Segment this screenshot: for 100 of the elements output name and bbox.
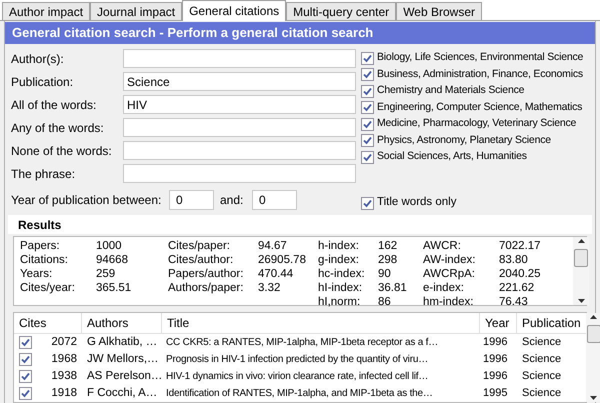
metric-value: 7022.17 [499,239,541,253]
metric-label: Cites/author: [168,253,234,267]
metric-value: 2040.25 [499,267,541,281]
table-row[interactable]: 2072 G Alkhatib, … CC CKR5: a RANTES, MIP-1alpha, MIP-1beta receptor as a f… 1996 Science [14,334,586,351]
checkbox[interactable] [19,370,32,383]
metric-label: Cites/year: [20,281,76,295]
tab[interactable]: General citations [182,0,286,21]
table-cell-text: 2072 [51,334,77,350]
scrollbar[interactable] [573,237,589,305]
metric-label: Authors/paper: [168,281,244,295]
checkmark-icon [363,198,372,208]
checkbox[interactable] [361,52,374,65]
table-cell-text: 1996 [482,335,508,350]
field-label: Any of the words: [11,120,105,136]
table-cell-text: G Alkhatib, … [86,334,158,350]
tab[interactable]: Web Browser [396,2,482,20]
table-cell-text: Prognosis in HIV-1 infection predicted by the quantity of viru… [165,353,429,367]
metric-label: hI-index: [318,281,364,295]
table-cell-text: Science [521,369,562,384]
checkbox[interactable] [361,101,374,114]
metric-value: 365.51 [96,281,132,295]
column-header[interactable]: Publication [517,313,586,333]
metric-label: hc-index: [318,267,366,281]
column-header[interactable]: Cites [14,313,82,333]
down-arrow-icon [578,299,584,303]
checkbox[interactable] [361,84,374,98]
metric-label: e-index: [423,281,465,295]
checkbox[interactable] [361,118,374,131]
metric-label: hI,norm: [318,295,362,309]
metric-value: 76.43 [499,295,528,309]
metric-label: Papers/author: [168,267,244,281]
metric-label: hm-index: [423,295,474,309]
field-label: None of the words: [11,142,113,160]
metric-label: g-index: [318,253,360,267]
down-arrow-icon [590,396,598,400]
scroll-thumb[interactable] [586,325,600,343]
metric-label: Citations: [20,253,69,267]
metric-value: 1000 [96,239,122,253]
metric-value: 86 [378,295,391,309]
table-row[interactable]: 1938 AS Perelson… HIV-1 dynamics in vivo: virion clearance rate, infected cell lif… 1996 Science [14,368,586,385]
input-field[interactable]: HIV [123,95,356,114]
checkbox-label: Biology, Life Sciences, Environmental Science [377,50,584,66]
tab[interactable]: Journal impact [90,2,182,20]
table-cell-text: Science [521,335,562,350]
checkbox[interactable] [19,387,32,400]
checkbox[interactable] [361,68,374,82]
checkbox-label: Title words only [377,195,456,210]
table-cell-text: Science [521,352,562,368]
input-field[interactable] [123,118,356,137]
checkbox[interactable] [361,196,374,210]
metric-value: 221.62 [499,281,534,295]
field-label: Year of publication between: [11,192,162,209]
metric-label: Years: [20,267,54,281]
metric-value: 94.67 [258,239,287,253]
input-field[interactable]: 0 [169,190,214,210]
field-label: Publication: [11,74,74,90]
table-cell-text: HIV-1 dynamics in vivo: virion clearance rate, infected cell lif… [165,370,430,384]
field-label: Author(s): [11,50,65,68]
checkbox-label: Business, Administration, Finance, Economics [377,66,583,82]
checkbox-label: Engineering, Computer Science, Mathematics [377,100,582,115]
tab[interactable]: Multi-query center [286,2,396,20]
column-header[interactable]: Year [480,313,517,333]
metric-value: 26905.78 [258,253,306,267]
column-header[interactable]: Authors [82,313,162,333]
table-cell-text: 1996 [482,352,508,368]
column-header[interactable]: Title [162,313,480,333]
table-row[interactable]: 1968 JW Mellors,… Prognosis in HIV-1 infection predicted by the quantity of viru… 1996 Science [14,351,586,368]
table-cell-text: 1938 [51,368,77,384]
checkbox[interactable] [361,134,374,148]
metric-label: h-index: [318,239,360,253]
table-cell-text: JW Mellors,… [86,352,160,367]
checkbox[interactable] [19,336,32,349]
input-field[interactable] [123,141,356,160]
table-cell-text: Science [521,386,562,402]
input-field[interactable] [123,49,356,68]
metric-value: 3.32 [258,281,280,295]
scroll-thumb[interactable] [574,249,588,267]
table-cell-text: 1918 [51,386,77,401]
input-field[interactable] [123,164,356,183]
field-label: and: [220,192,244,209]
metric-label: AW-index: [423,253,476,267]
input-field[interactable]: 0 [252,190,297,210]
checkbox[interactable] [361,150,374,164]
table-cell-text: 1995 [482,386,508,402]
results-heading: Results [18,216,62,234]
field-label: The phrase: [11,166,76,182]
metric-value: 94668 [96,253,128,267]
checkbox-label: Social Sciences, Arts, Humanities [377,149,527,164]
metric-label: Cites/paper: [168,239,232,253]
table-cell-text: 1968 [51,352,77,367]
section-header: General citation search - Perform a general citation search [5,22,595,44]
input-field[interactable]: Science [123,72,356,91]
table-cell-text: 1996 [482,369,508,384]
checkbox[interactable] [19,353,32,366]
checkbox-label: Chemistry and Materials Science [377,83,524,98]
tab[interactable]: Author impact [2,2,90,20]
metric-label: Papers: [20,239,61,253]
scrollbar[interactable] [586,313,600,402]
table-row[interactable]: 1918 F Cocchi, A… Identification of RANTES, MIP-1alpha, and MIP-1beta as the… 1995 Science [14,385,586,402]
metric-value: 90 [378,267,391,281]
